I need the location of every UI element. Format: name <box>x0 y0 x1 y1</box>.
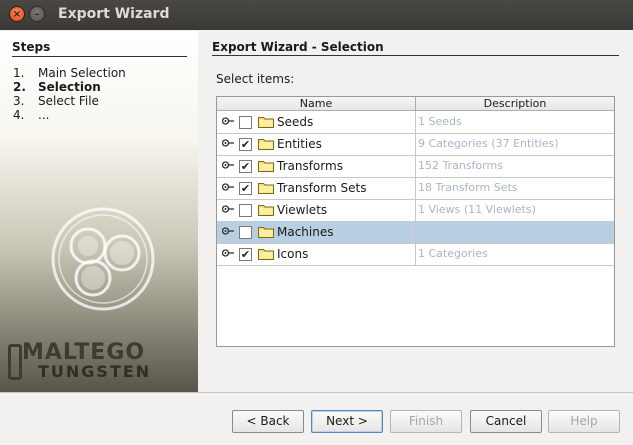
back-button[interactable]: < Back <box>232 410 304 433</box>
steps-panel: Steps 1. Main Selection 2. Selection 3. Sel… <box>0 31 198 392</box>
row-checkbox[interactable]: ✔ <box>239 182 252 195</box>
step-item-4: 4.... <box>13 108 50 122</box>
table-row[interactable]: ✔ Transforms 152 Transforms <box>217 155 614 178</box>
row-name-label: Transform Sets <box>277 181 367 195</box>
row-name-label: Entities <box>277 137 322 151</box>
window-title: Export Wizard <box>58 6 170 22</box>
row-description: 1 Views (11 Viewlets) <box>418 203 536 216</box>
row-description: 18 Transform Sets <box>418 181 518 194</box>
minimize-window-button[interactable]: – <box>29 6 45 22</box>
folder-icon <box>258 227 274 238</box>
row-name-label: Seeds <box>277 115 314 129</box>
name-cell: Seeds <box>217 111 416 133</box>
brand-mark-icon <box>8 344 22 380</box>
select-items-label: Select items: <box>216 72 295 86</box>
folder-icon <box>258 205 274 216</box>
brand-line-2: TUNGSTEN <box>38 362 152 381</box>
cancel-button[interactable]: Cancel <box>470 410 542 433</box>
row-name-label: Transforms <box>277 159 343 173</box>
finish-button[interactable]: Finish <box>390 410 462 433</box>
row-checkbox[interactable] <box>239 204 252 217</box>
expand-node-icon[interactable] <box>222 226 234 236</box>
name-cell: ✔ Icons <box>217 243 416 265</box>
table-row[interactable]: Viewlets 1 Views (11 Viewlets) <box>217 199 614 222</box>
export-wizard-window: × – Export Wizard Steps 1. Main Selection… <box>0 0 633 445</box>
table-row[interactable]: ✔ Entities 9 Categories (37 Entities) <box>217 133 614 156</box>
column-header-description[interactable]: Description <box>416 97 614 110</box>
page-title: Export Wizard - Selection <box>212 40 619 56</box>
expand-node-icon[interactable] <box>222 182 234 192</box>
row-checkbox[interactable] <box>239 116 252 129</box>
column-header-name[interactable]: Name <box>217 97 416 110</box>
row-name-label: Viewlets <box>277 203 328 217</box>
row-name-label: Icons <box>277 247 309 261</box>
table-row[interactable]: Seeds 1 Seeds <box>217 111 614 134</box>
expand-node-icon[interactable] <box>222 160 234 170</box>
expand-node-icon[interactable] <box>222 248 234 258</box>
close-window-button[interactable]: × <box>9 6 25 22</box>
step-item-1: 1. Main Selection <box>13 66 126 80</box>
folder-icon <box>258 117 274 128</box>
folder-icon <box>258 161 274 172</box>
row-checkbox[interactable]: ✔ <box>239 138 252 151</box>
expand-node-icon[interactable] <box>222 204 234 214</box>
step-item-2-current: 2. Selection <box>13 80 101 94</box>
title-bar[interactable]: × – Export Wizard <box>0 0 633 30</box>
table-row[interactable]: ✔ Icons 1 Categories <box>217 243 614 266</box>
folder-icon <box>258 139 274 150</box>
table-row[interactable]: Machines <box>217 221 614 244</box>
name-cell: Machines <box>217 221 416 243</box>
next-button[interactable]: Next > <box>311 410 383 433</box>
row-description: 9 Categories (37 Entities) <box>418 137 559 150</box>
expand-node-icon[interactable] <box>222 138 234 148</box>
name-cell: Viewlets <box>217 199 416 221</box>
expand-node-icon[interactable] <box>222 116 234 126</box>
row-description: 152 Transforms <box>418 159 503 172</box>
folder-icon <box>258 183 274 194</box>
table-row[interactable]: ✔ Transform Sets 18 Transform Sets <box>217 177 614 200</box>
maltego-logo-icon <box>51 207 155 311</box>
steps-heading: Steps <box>12 40 187 57</box>
row-checkbox[interactable] <box>239 226 252 239</box>
step-item-3: 3. Select File <box>13 94 99 108</box>
name-cell: ✔ Transform Sets <box>217 177 416 199</box>
row-checkbox[interactable]: ✔ <box>239 160 252 173</box>
button-bar-divider <box>0 392 633 393</box>
row-checkbox[interactable]: ✔ <box>239 248 252 261</box>
help-button[interactable]: Help <box>548 410 620 433</box>
row-description: 1 Seeds <box>418 115 462 128</box>
table-header: Name Description <box>217 97 614 111</box>
folder-icon <box>258 249 274 260</box>
items-table: Name Description Seeds 1 Seeds ✔ Entities 9 … <box>216 96 615 347</box>
name-cell: ✔ Transforms <box>217 155 416 177</box>
name-cell: ✔ Entities <box>217 133 416 155</box>
row-description: 1 Categories <box>418 247 488 260</box>
row-name-label: Machines <box>277 225 334 239</box>
